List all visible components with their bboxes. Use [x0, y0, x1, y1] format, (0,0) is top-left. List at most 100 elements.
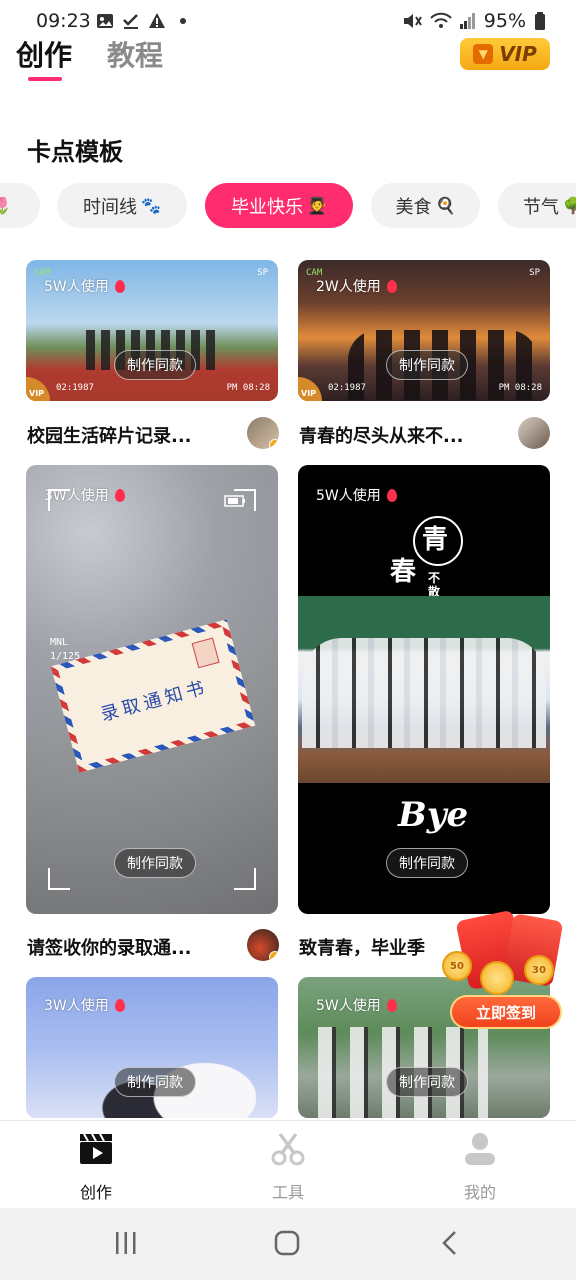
author-avatar[interactable] — [247, 929, 279, 961]
time-text: PM 08:28 — [226, 383, 270, 393]
usage-text: 5W人使用 — [316, 488, 381, 504]
nav-item-create[interactable]: 创作 — [36, 1121, 156, 1209]
usage-text: 5W人使用 — [44, 279, 109, 295]
signal-icon — [459, 13, 475, 29]
make-same-button[interactable]: 制作同款 — [114, 848, 196, 878]
image-icon — [97, 14, 113, 28]
flame-icon — [114, 998, 125, 1012]
back-icon[interactable] — [438, 1230, 464, 1256]
recent-apps-icon[interactable] — [113, 1230, 139, 1256]
vip-label: VIP — [499, 42, 537, 66]
coin-icon: 50 — [442, 951, 472, 981]
flame-icon — [386, 488, 397, 502]
clapperboard-icon — [78, 1131, 114, 1167]
author-avatar[interactable] — [247, 417, 279, 449]
tulip-icon: 🌷 — [0, 196, 12, 215]
template-card[interactable]: CAM SP 5W人使用 02:1987 PM 08:28 制作同款 VIP — [26, 260, 278, 401]
dot-icon — [180, 18, 186, 24]
author-avatar[interactable] — [518, 417, 550, 449]
make-same-button[interactable]: 制作同款 — [386, 848, 468, 878]
letter-text: 录取通知书 — [98, 676, 211, 726]
mute-icon — [403, 14, 422, 28]
template-title[interactable]: 请签收你的录取通... — [27, 934, 192, 960]
usage-text: 2W人使用 — [316, 279, 381, 295]
section-title: 卡点模板 — [27, 138, 123, 166]
stamp-icon — [191, 637, 220, 669]
verified-icon — [269, 951, 279, 961]
bottom-nav: 创作 工具 我的 — [0, 1120, 576, 1208]
sp-label: SP — [529, 268, 540, 278]
chip-label: 节气 — [523, 196, 560, 218]
home-icon[interactable] — [274, 1230, 300, 1256]
system-nav-bar — [0, 1208, 576, 1280]
scissors-icon — [270, 1131, 306, 1167]
active-tab-indicator — [28, 77, 62, 81]
time-text: PM 08:28 — [498, 383, 542, 393]
flame-icon — [114, 279, 125, 293]
nav-label: 创作 — [79, 1183, 112, 1202]
bye-text: Bye — [398, 795, 469, 835]
category-chip-graduation[interactable]: 毕业快乐 🧑‍🎓 — [205, 183, 353, 228]
make-same-button[interactable]: 制作同款 — [386, 350, 468, 380]
verified-icon — [269, 439, 279, 449]
vip-button[interactable]: ▼ VIP — [460, 38, 550, 70]
tab-create[interactable]: 创作 — [16, 34, 72, 74]
vip-corner-badge: VIP — [298, 377, 322, 401]
template-title[interactable]: 校园生活碎片记录... — [27, 422, 192, 448]
frame-corner — [234, 868, 256, 890]
frying-pan-icon: 🍳 — [435, 196, 456, 215]
date-text: 02:1987 — [328, 383, 366, 393]
warning-icon — [149, 13, 165, 28]
usage-count: 2W人使用 — [316, 276, 397, 296]
category-chip-flower[interactable]: 🌷 — [0, 183, 40, 228]
template-card[interactable]: 3W人使用 制作同款 — [26, 977, 278, 1118]
category-chip-food[interactable]: 美食 🍳 — [371, 183, 480, 228]
sp-label: SP — [257, 268, 268, 278]
frame-corner — [48, 868, 70, 890]
date-text: 02:1987 — [56, 383, 94, 393]
template-card[interactable]: CAM SP 2W人使用 02:1987 PM 08:28 制作同款 VIP — [298, 260, 550, 401]
make-same-button[interactable]: 制作同款 — [386, 1067, 468, 1097]
category-chips: 🌷 时间线 🐾 毕业快乐 🧑‍🎓 美食 🍳 节气 🌳 — [0, 183, 576, 229]
nav-item-tools[interactable]: 工具 — [228, 1121, 348, 1209]
poster-char: 春 — [390, 557, 417, 587]
mnl-label: MNL — [50, 637, 69, 648]
sign-in-button[interactable]: 立即签到 — [450, 995, 562, 1029]
admission-letter: 录取通知书 — [50, 619, 256, 773]
vip-corner-badge: VIP — [26, 377, 50, 401]
template-card[interactable]: 5W人使用 青 春 不 散 场 Bye 制作同款 — [298, 465, 550, 914]
make-same-button[interactable]: 制作同款 — [114, 1067, 196, 1097]
paw-icon: 🐾 — [141, 196, 161, 215]
make-same-button[interactable]: 制作同款 — [114, 350, 196, 380]
frame-corner — [48, 489, 70, 511]
nav-item-profile[interactable]: 我的 — [420, 1121, 540, 1209]
notification-icons — [96, 12, 192, 30]
graduate-icon: 🧑‍🎓 — [307, 196, 327, 215]
person-icon — [462, 1131, 498, 1167]
nav-label: 工具 — [271, 1183, 304, 1202]
battery-icon — [535, 12, 545, 30]
template-card[interactable]: 3W人使用 MNL 1/125 录取通知书 制作同款 — [26, 465, 278, 914]
template-title[interactable]: 青春的尽头从来不... — [299, 422, 464, 448]
tree-icon: 🌳 — [563, 196, 576, 215]
chip-label: 美食 — [395, 196, 432, 218]
sign-in-promo[interactable]: 50 30 立即签到 — [440, 905, 570, 1031]
template-title[interactable]: 致青春，毕业季 — [299, 934, 425, 960]
class-photo — [298, 596, 550, 783]
coin-icon — [480, 961, 514, 995]
frame-corner — [234, 489, 256, 511]
chip-label: 时间线 — [83, 196, 138, 218]
category-chip-timeline[interactable]: 时间线 🐾 — [57, 183, 187, 228]
usage-count: 5W人使用 — [316, 995, 397, 1015]
check-icon — [123, 14, 138, 29]
flame-icon — [114, 488, 125, 502]
tab-tutorial[interactable]: 教程 — [107, 34, 163, 74]
category-chip-solar-terms[interactable]: 节气 🌳 — [498, 183, 576, 228]
flame-icon — [386, 279, 397, 293]
vip-crown-icon: ▼ — [473, 44, 494, 64]
usage-count: 3W人使用 — [44, 995, 125, 1015]
card-figures — [302, 638, 546, 748]
chip-label: 毕业快乐 — [231, 196, 304, 218]
usage-text: 3W人使用 — [44, 998, 109, 1014]
flame-icon — [386, 998, 397, 1012]
